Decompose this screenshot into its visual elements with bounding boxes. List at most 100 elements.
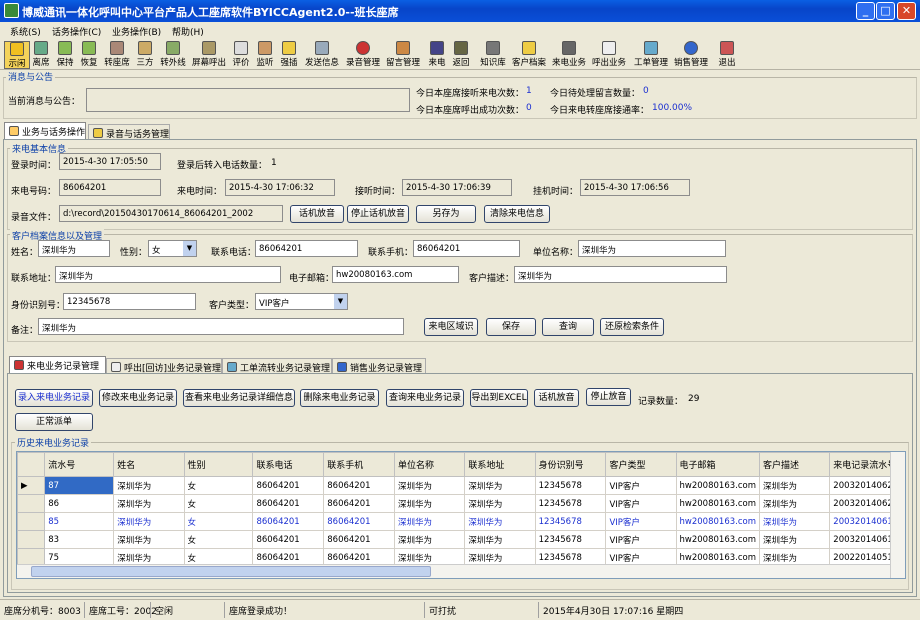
table-cell[interactable]: 86064201 bbox=[323, 530, 396, 549]
table-cell[interactable]: 深圳华为 bbox=[758, 530, 831, 549]
table-cell[interactable]: hw20080163.com bbox=[675, 530, 761, 549]
vertical-scrollbar[interactable] bbox=[890, 452, 905, 578]
row-header[interactable] bbox=[17, 512, 46, 531]
table-cell[interactable]: hw20080163.com bbox=[675, 512, 761, 531]
phone-playback-button[interactable]: 话机放音 bbox=[290, 205, 344, 223]
table-cell[interactable]: 深圳华为 bbox=[394, 512, 466, 531]
tab-incoming-records[interactable]: 来电业务记录管理 bbox=[9, 356, 106, 374]
toolbar-knowledge-base-button[interactable]: 知识库 bbox=[478, 41, 508, 69]
table-cell[interactable]: 深圳华为 bbox=[113, 476, 185, 495]
table-cell[interactable]: 86064201 bbox=[252, 476, 325, 495]
table-row[interactable]: ▶ 87 深圳华为女 86064201 86064201 深圳华为 深圳华为 12345678… bbox=[17, 476, 905, 495]
table-cell[interactable]: 86064201 bbox=[252, 530, 325, 549]
remark-field[interactable]: 深圳华为 bbox=[38, 318, 404, 335]
delete-record-button[interactable]: 删除来电业务记录 bbox=[300, 389, 379, 407]
table-cell[interactable]: 86 bbox=[44, 494, 115, 513]
column-header[interactable]: 身份识别号 bbox=[534, 452, 607, 477]
table-cell[interactable]: 86064201 bbox=[323, 476, 396, 495]
table-cell[interactable]: 12345678 bbox=[534, 494, 607, 513]
horizontal-scrollbar[interactable] bbox=[17, 564, 890, 578]
toolbar-customer-file-button[interactable]: 客户档案 bbox=[510, 41, 548, 69]
row-header[interactable]: ▶ bbox=[17, 476, 46, 495]
edit-record-button[interactable]: 修改来电业务记录 bbox=[99, 389, 177, 407]
toolbar-return-button[interactable]: 返回 bbox=[450, 41, 472, 69]
table-row[interactable]: 83 深圳华为女 86064201 86064201 深圳华为 深圳华为 12345678 V… bbox=[17, 530, 905, 549]
table-cell[interactable]: 女 bbox=[183, 494, 254, 513]
toolbar-rate-button[interactable]: 评价 bbox=[230, 41, 252, 69]
toolbar-incoming-business-button[interactable]: 来电业务 bbox=[550, 41, 588, 69]
table-cell[interactable]: 86064201 bbox=[323, 494, 396, 513]
toolbar-transfer-agent-button[interactable]: 转座席 bbox=[102, 41, 132, 69]
id-field[interactable]: 12345678 bbox=[63, 293, 196, 310]
table-cell[interactable]: 86064201 bbox=[252, 494, 325, 513]
toolbar-ticket-mgmt-button[interactable]: 工单管理 bbox=[632, 41, 670, 69]
table-cell[interactable]: VIP客户 bbox=[605, 530, 677, 549]
table-cell[interactable]: 12345678 bbox=[534, 530, 607, 549]
toolbar-exit-button[interactable]: 退出 bbox=[716, 41, 738, 69]
table-cell[interactable]: 深圳华为 bbox=[758, 476, 831, 495]
clear-call-info-button[interactable]: 清除来电信息 bbox=[484, 205, 550, 223]
table-cell[interactable]: 深圳华为 bbox=[394, 530, 466, 549]
tab-business-call-ops[interactable]: 业务与话务操作 bbox=[4, 122, 86, 140]
search-record-button[interactable]: 查询来电业务记录 bbox=[386, 389, 464, 407]
table-cell[interactable]: 深圳华为 bbox=[464, 512, 536, 531]
table-cell[interactable]: 深圳华为 bbox=[113, 512, 185, 531]
caller-region-button[interactable]: 来电区域识 bbox=[424, 318, 478, 336]
column-header[interactable]: 单位名称 bbox=[394, 452, 466, 477]
table-row[interactable]: 86 深圳华为女 86064201 86064201 深圳华为 深圳华为 12345678 V… bbox=[17, 494, 905, 513]
toolbar-hold-button[interactable]: 保持 bbox=[54, 41, 76, 69]
export-excel-button[interactable]: 导出到EXCEL bbox=[470, 389, 528, 407]
gender-select[interactable]: 女 ▼ bbox=[148, 240, 197, 257]
save-button[interactable]: 保存 bbox=[486, 318, 536, 336]
column-header[interactable]: 流水号 bbox=[44, 452, 115, 477]
address-field[interactable]: 深圳华为 bbox=[55, 266, 281, 283]
toolbar-recording-mgmt-button[interactable]: 录音管理 bbox=[344, 41, 382, 69]
table-cell[interactable]: 女 bbox=[183, 530, 254, 549]
minimize-button[interactable]: _ bbox=[856, 2, 875, 20]
view-record-details-button[interactable]: 查看来电业务记录详细信息 bbox=[183, 389, 295, 407]
stop-phone-playback-button[interactable]: 停止话机放音 bbox=[347, 205, 409, 223]
column-header[interactable]: 电子邮箱 bbox=[675, 452, 761, 477]
table-cell[interactable]: 深圳华为 bbox=[113, 494, 185, 513]
table-cell[interactable]: hw20080163.com bbox=[675, 494, 761, 513]
column-header[interactable]: 客户描述 bbox=[758, 452, 831, 477]
maximize-button[interactable]: □ bbox=[876, 2, 895, 20]
tab-ticket-records[interactable]: 工单流转业务记录管理 bbox=[222, 358, 332, 374]
column-header[interactable]: 联系地址 bbox=[464, 452, 536, 477]
table-cell[interactable]: 女 bbox=[183, 512, 254, 531]
desc-field[interactable]: 深圳华为 bbox=[514, 266, 727, 283]
menu-business-ops[interactable]: 业务操作(B) bbox=[112, 25, 161, 38]
phone-field[interactable]: 86064201 bbox=[255, 240, 358, 257]
close-button[interactable]: ✕ bbox=[897, 2, 916, 20]
table-cell[interactable]: 12345678 bbox=[534, 512, 607, 531]
table-cell[interactable]: 深圳华为 bbox=[758, 494, 831, 513]
table-cell[interactable]: 深圳华为 bbox=[464, 530, 536, 549]
table-cell[interactable]: VIP客户 bbox=[605, 476, 677, 495]
column-header[interactable]: 姓名 bbox=[113, 452, 185, 477]
table-cell[interactable]: 深圳华为 bbox=[394, 476, 466, 495]
table-cell[interactable]: VIP客户 bbox=[605, 494, 677, 513]
stop-playback-button[interactable]: 停止放音 bbox=[586, 388, 631, 406]
toolbar-outbound-business-button[interactable]: 呼出业务 bbox=[590, 41, 628, 69]
toolbar-sales-mgmt-button[interactable]: 销售管理 bbox=[672, 41, 710, 69]
scrollbar-thumb[interactable] bbox=[31, 566, 431, 577]
tab-sales-records[interactable]: 销售业务记录管理 bbox=[332, 358, 426, 374]
row-header[interactable] bbox=[17, 530, 46, 549]
toolbar-barge-in-button[interactable]: 强插 bbox=[278, 41, 300, 69]
table-cell[interactable]: 深圳华为 bbox=[394, 494, 466, 513]
table-cell[interactable]: 85 bbox=[44, 512, 115, 531]
table-cell[interactable]: 深圳华为 bbox=[464, 476, 536, 495]
mobile-field[interactable]: 86064201 bbox=[413, 240, 520, 257]
toolbar-send-message-button[interactable]: 发送信息 bbox=[302, 41, 342, 69]
dispatch-button[interactable]: 正常派单 bbox=[15, 413, 93, 431]
query-button[interactable]: 查询 bbox=[542, 318, 594, 336]
table-cell[interactable]: 深圳华为 bbox=[758, 512, 831, 531]
row-header[interactable] bbox=[17, 494, 46, 513]
toolbar-incoming-button[interactable]: 来电 bbox=[426, 41, 448, 69]
table-row[interactable]: 85 深圳华为女 86064201 86064201 深圳华为 深圳华为 12345678 V… bbox=[17, 512, 905, 531]
email-field[interactable]: hw20080163.com bbox=[332, 266, 459, 283]
toolbar-screen-call-button[interactable]: 屏幕呼出 bbox=[190, 41, 228, 69]
customer-type-select[interactable]: VIP客户 ▼ bbox=[255, 293, 348, 310]
save-as-button[interactable]: 另存为 bbox=[416, 205, 476, 223]
restore-search-button[interactable]: 还原检索条件 bbox=[600, 318, 664, 336]
